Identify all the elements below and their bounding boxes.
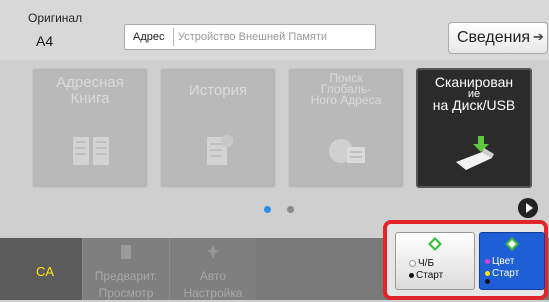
bw-start-line1: Ч/Б <box>409 259 434 269</box>
color-start-line2: Старт <box>485 269 519 279</box>
top-bar: Оригинал A4 Адрес Устройство Внешней Пам… <box>0 0 549 60</box>
tile-address-book-label: Адресная Книга <box>33 75 147 107</box>
tile-history-label: История <box>188 82 248 99</box>
tile-label-line: Ного Адреса <box>310 93 382 107</box>
tile-scan-to-usb[interactable]: Сканирован ие на Диск/USB <box>416 68 532 188</box>
start-diamond-icon <box>505 237 519 251</box>
color-start-label: Старт <box>492 268 520 279</box>
history-icon <box>207 135 233 165</box>
auto-setting-label-line: Авто <box>199 269 227 283</box>
page-indicator <box>287 206 294 213</box>
tile-label-line: Адресная <box>56 74 124 91</box>
tile-label-line: Книга <box>70 90 110 107</box>
bw-start-line2: Старт <box>409 271 443 281</box>
color-start-button[interactable]: Цвет Старт <box>479 232 545 290</box>
global-address-icon <box>329 139 365 163</box>
page-indicator-active <box>264 206 271 213</box>
preview-label-line: Просмотр <box>98 286 154 300</box>
arrow-right-icon: ➔ <box>533 29 544 44</box>
bw-start-label: Старт <box>416 270 444 281</box>
destination-area: Адресная Книга История Поиск Глобаль- Но… <box>0 60 549 238</box>
white-dot-icon <box>409 259 416 267</box>
tile-scan-to-usb-label: Сканирован ие на Диск/USB <box>418 75 530 113</box>
black-dot-icon <box>409 272 414 278</box>
bw-start-button[interactable]: Ч/Б Старт <box>395 232 475 290</box>
tile-global-address-label: Поиск Глобаль- Ного Адреса <box>289 72 403 107</box>
color-label: Цвет <box>492 256 515 267</box>
start-diamond-icon <box>428 237 442 251</box>
tile-global-address[interactable]: Поиск Глобаль- Ного Адреса <box>288 68 404 188</box>
preview-icon <box>121 245 131 259</box>
details-button[interactable]: Сведения ➔ <box>448 22 548 54</box>
auto-setting-button[interactable]: Авто Настройка <box>169 238 256 300</box>
color-start-line1: Цвет <box>485 257 514 267</box>
address-book-icon <box>73 137 109 165</box>
address-separator <box>173 28 174 46</box>
auto-setting-label-line: Настройка <box>183 286 243 300</box>
magenta-dot-icon <box>485 258 490 264</box>
original-size-value[interactable]: A4 <box>36 33 53 49</box>
details-label: Сведения <box>457 29 531 46</box>
address-input[interactable]: Устройство Внешней Памяти <box>178 31 327 43</box>
auto-setting-label: Авто Настройка <box>170 268 256 302</box>
tile-label-line: на Диск/USB <box>432 97 516 113</box>
address-field[interactable]: Адрес Устройство Внешней Памяти <box>124 24 376 50</box>
tile-address-book[interactable]: Адресная Книга <box>32 68 148 188</box>
address-label: Адрес <box>133 31 165 43</box>
usb-drive-icon <box>456 136 494 170</box>
preview-label: Предварит. Просмотр <box>83 268 169 302</box>
preview-label-line: Предварит. <box>94 269 158 283</box>
yellow-dot-icon <box>485 270 490 276</box>
black-dot-icon <box>485 279 490 284</box>
auto-setting-icon <box>207 245 219 259</box>
ca-button[interactable]: CA <box>0 238 82 300</box>
next-page-button[interactable] <box>518 198 538 218</box>
bw-label: Ч/Б <box>418 258 435 269</box>
start-buttons-highlight: Ч/Б Старт Цвет Старт <box>383 220 548 300</box>
preview-button[interactable]: Предварит. Просмотр <box>82 238 169 300</box>
original-label: Оригинал <box>28 11 83 25</box>
tile-history[interactable]: История <box>160 68 276 188</box>
ca-label: CA <box>36 264 55 279</box>
